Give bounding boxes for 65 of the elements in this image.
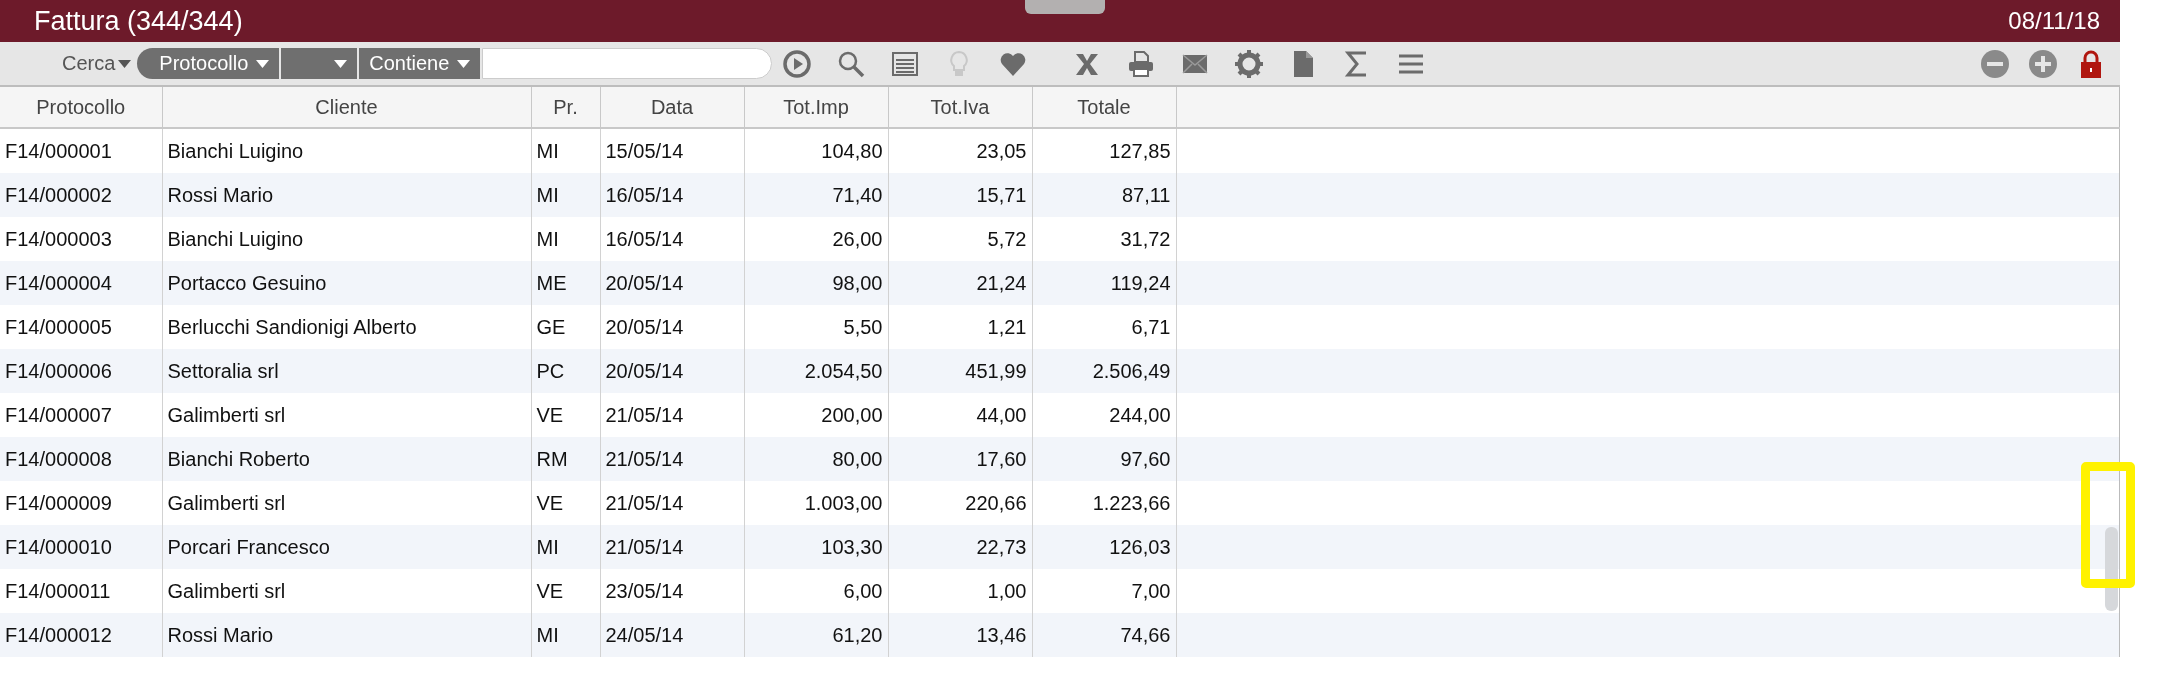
window-grip[interactable] [1025, 0, 1105, 14]
table-cell: 2.054,50 [744, 349, 888, 393]
table-cell: 451,99 [888, 349, 1032, 393]
plus-icon[interactable] [2028, 48, 2058, 79]
table-cell: Rossi Mario [162, 613, 531, 657]
table-cell: 103,30 [744, 525, 888, 569]
gear-icon[interactable] [1234, 48, 1265, 79]
minus-icon[interactable] [1980, 48, 2010, 79]
caret-icon [256, 59, 270, 68]
table-cell: 17,60 [888, 437, 1032, 481]
field-dropdown[interactable]: Protocollo [137, 48, 280, 79]
table-cell: 119,24 [1032, 261, 1176, 305]
window-title: Fattura (344/344) [34, 5, 243, 37]
table-cell: 22,73 [888, 525, 1032, 569]
table-cell: 20/05/14 [600, 349, 744, 393]
table-cell: 20/05/14 [600, 261, 744, 305]
table-cell: MI [531, 173, 600, 217]
dropdown[interactable] [281, 48, 358, 79]
table-cell: Porcari Francesco [162, 525, 531, 569]
table-cell: 61,20 [744, 613, 888, 657]
table-cell: 98,00 [744, 261, 888, 305]
search-menu[interactable]: Cerca [62, 52, 132, 75]
column-header[interactable]: Cliente [162, 87, 531, 128]
table-cell: 21/05/14 [600, 525, 744, 569]
table-cell: 16/05/14 [600, 173, 744, 217]
table-cell: F14/000010 [0, 525, 162, 569]
table-cell: MI [531, 525, 600, 569]
table-cell: 2.506,49 [1032, 349, 1176, 393]
column-header[interactable]: Pr. [531, 87, 600, 128]
table-cell: MI [531, 613, 600, 657]
table-cell: F14/000002 [0, 173, 162, 217]
table-cell: ME [531, 261, 600, 305]
column-header[interactable]: Totale [1032, 87, 1176, 128]
table-cell: F14/000004 [0, 261, 162, 305]
column-header[interactable]: Tot.Iva [888, 87, 1032, 128]
table-cell: 87,11 [1032, 173, 1176, 217]
column-header[interactable]: Protocollo [0, 87, 162, 128]
date-label: 08/11/18 [2008, 7, 2100, 35]
table-cell: 126,03 [1032, 525, 1176, 569]
table-cell: 74,66 [1032, 613, 1176, 657]
table-cell: 80,00 [744, 437, 888, 481]
table-cell: PC [531, 349, 600, 393]
table-cell: 13,46 [888, 613, 1032, 657]
caret-icon [457, 59, 471, 68]
table-cell: 21/05/14 [600, 437, 744, 481]
play-icon[interactable] [782, 48, 813, 79]
table-cell: 97,60 [1032, 437, 1176, 481]
table-cell: 24/05/14 [600, 613, 744, 657]
table-cell: F14/000008 [0, 437, 162, 481]
column-header[interactable]: Data [600, 87, 744, 128]
table-cell: Bianchi Roberto [162, 437, 531, 481]
table-cell: Settoralia srl [162, 349, 531, 393]
table-cell: F14/000012 [0, 613, 162, 657]
table-cell: Portacco Gesuino [162, 261, 531, 305]
caret-icon [334, 59, 348, 68]
table-cell: RM [531, 437, 600, 481]
table-cell: F14/000006 [0, 349, 162, 393]
search-field[interactable] [482, 48, 773, 79]
table-cell: Rossi Mario [162, 173, 531, 217]
table-cell: 71,40 [744, 173, 888, 217]
column-header[interactable]: Tot.Imp [744, 87, 888, 128]
operator-dropdown[interactable]: Contiene [359, 48, 481, 79]
table-cell: 15,71 [888, 173, 1032, 217]
table-cell: 21,24 [888, 261, 1032, 305]
caret-icon [118, 59, 132, 68]
